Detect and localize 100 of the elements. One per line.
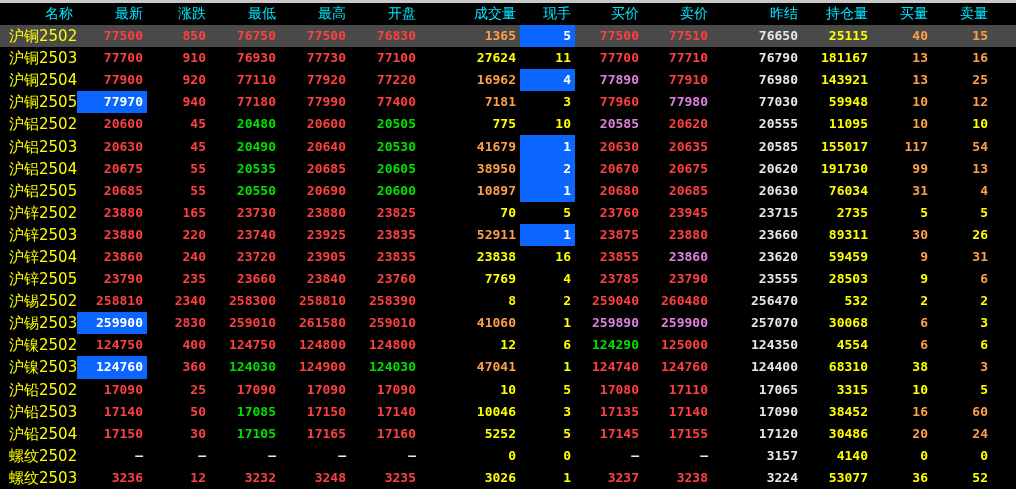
cell-value: 9 [920, 271, 928, 288]
cell-value: 124290 [592, 337, 639, 354]
column-header[interactable]: 昨结 [712, 3, 802, 25]
cell-value: 5 [980, 381, 988, 398]
cell-value: 17140 [103, 403, 143, 420]
cell-value: 20600 [103, 116, 143, 133]
cell-value: 5 [563, 204, 571, 221]
cell-value: 41679 [476, 138, 516, 155]
column-header[interactable]: 开盘 [350, 3, 420, 25]
cell-value: 0 [980, 447, 988, 464]
cell-value: 940 [182, 94, 206, 111]
cell-value: 17085 [236, 403, 276, 420]
cell-value: — [268, 447, 276, 464]
cell-value: 12 [972, 94, 988, 111]
column-header[interactable]: 现手 [520, 3, 575, 25]
cell-value: 0 [508, 447, 516, 464]
column-header[interactable]: 成交量 [420, 3, 520, 25]
cell-value: 10046 [476, 403, 516, 420]
cell-value: 30 [912, 226, 928, 243]
cell-value: 20480 [236, 116, 276, 133]
cell-value: 23825 [376, 204, 416, 221]
cell-value: 77400 [376, 94, 416, 111]
cell-value: 77500 [306, 28, 346, 45]
cell-value: 155017 [821, 138, 868, 155]
column-header[interactable]: 卖价 [643, 3, 712, 25]
cell-value: 20 [912, 425, 928, 442]
cell-value: 5 [563, 28, 571, 45]
cell-value: 沪锌2502 [9, 203, 78, 222]
cell-value: 2735 [836, 204, 868, 221]
cell-value: 20640 [306, 138, 346, 155]
column-header[interactable]: 卖量 [932, 3, 992, 25]
cell-value: 17165 [306, 425, 346, 442]
cell-value: 23790 [103, 271, 143, 288]
cell-value: 23760 [599, 204, 639, 221]
cell-value: 17150 [103, 425, 143, 442]
cell-value: 258300 [229, 293, 276, 310]
cell-value: 23875 [599, 226, 639, 243]
cell-value: 53077 [828, 469, 868, 486]
cell-value: 70 [500, 204, 516, 221]
cell-value: 41060 [476, 315, 516, 332]
cell-value: 124030 [369, 359, 416, 376]
cell-value: 20685 [103, 182, 143, 199]
column-header[interactable]: 持仓量 [802, 3, 872, 25]
cell-value: 165 [182, 204, 206, 221]
column-header[interactable]: 最低 [210, 3, 280, 25]
cell-value: 沪铝2503 [9, 137, 78, 156]
column-header[interactable]: 买价 [575, 3, 643, 25]
cell-value: 2340 [174, 293, 206, 310]
cell-value: 23760 [376, 271, 416, 288]
cell-value: 16 [555, 249, 571, 265]
column-header[interactable]: 涨跌 [147, 3, 210, 25]
cell-value: 沪锡2503 [9, 314, 78, 333]
cell-value: 117 [904, 138, 928, 155]
cell-value: 20680 [599, 182, 639, 199]
cell-value: 20620 [758, 160, 798, 177]
cell-value: 16 [972, 50, 988, 67]
cell-value: 16962 [476, 72, 516, 89]
cell-value: 10 [912, 94, 928, 111]
cell-value: 1 [563, 315, 571, 332]
cell-value: 8 [508, 293, 516, 310]
cell-value: 1 [563, 359, 571, 376]
cell-value: 1 [563, 226, 571, 243]
cell-value: 124800 [369, 337, 416, 354]
cell-value: 259040 [592, 293, 639, 310]
cell-value: 77100 [376, 50, 416, 67]
cell-value: 77700 [599, 50, 639, 67]
cell-value: — [135, 447, 143, 464]
cell-value: 77890 [599, 72, 639, 89]
cell-value: 40 [912, 28, 928, 45]
column-header[interactable]: 买量 [872, 3, 932, 25]
cell-value: 沪铝2504 [9, 159, 78, 178]
cell-value: 螺纹2503 [9, 468, 78, 487]
cell-value: 258810 [96, 293, 143, 310]
cell-value: 4554 [836, 337, 868, 354]
column-header[interactable]: 最高 [280, 3, 350, 25]
cell-value: 17090 [103, 381, 143, 398]
cell-value: 77510 [668, 28, 708, 45]
cell-value: 11 [555, 50, 571, 67]
cell-value: 23790 [668, 271, 708, 288]
cell-value: 3157 [766, 447, 798, 464]
cell-value: 23620 [758, 249, 798, 265]
cell-value: 24 [972, 425, 988, 442]
cell-value: 52911 [476, 226, 516, 243]
selected-row[interactable]: 沪铜2502 77500 850 76750 77500 76830 1365 5 77500 77510 76650 25115 40 15 [0, 25, 1016, 48]
column-header[interactable]: 名称 [0, 3, 77, 25]
cell-value: 77910 [668, 72, 708, 89]
cell-value: 20550 [236, 182, 276, 199]
cell-value: 55 [190, 160, 206, 177]
cell-value: 沪铜2505 [9, 93, 78, 112]
cell-value: 沪锡2502 [9, 292, 78, 311]
column-header[interactable]: 最新 [77, 3, 147, 25]
cell-value: 20635 [668, 138, 708, 155]
cell-value: 6 [980, 271, 988, 288]
cell-value: 10 [912, 116, 928, 133]
cell-value: 259890 [592, 315, 639, 332]
cell-value: 59948 [828, 94, 868, 111]
cell-value: 124750 [229, 337, 276, 354]
cell-value: 20690 [306, 182, 346, 199]
cell-value: 2 [920, 293, 928, 310]
cell-value: 26 [972, 226, 988, 243]
